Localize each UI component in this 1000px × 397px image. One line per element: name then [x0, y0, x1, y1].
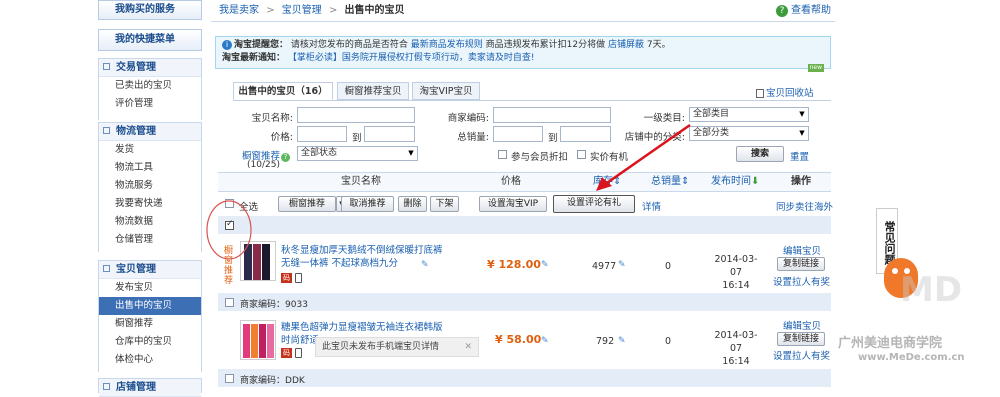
highlight-circle — [206, 200, 252, 260]
arrow-head — [596, 177, 612, 191]
arrow-line — [603, 123, 691, 187]
watermark-school: 广州美迪电商学院 — [838, 336, 943, 351]
watermark-url: www.MeDe.com.cn — [858, 352, 965, 363]
watermark-logo: MD — [900, 270, 963, 310]
